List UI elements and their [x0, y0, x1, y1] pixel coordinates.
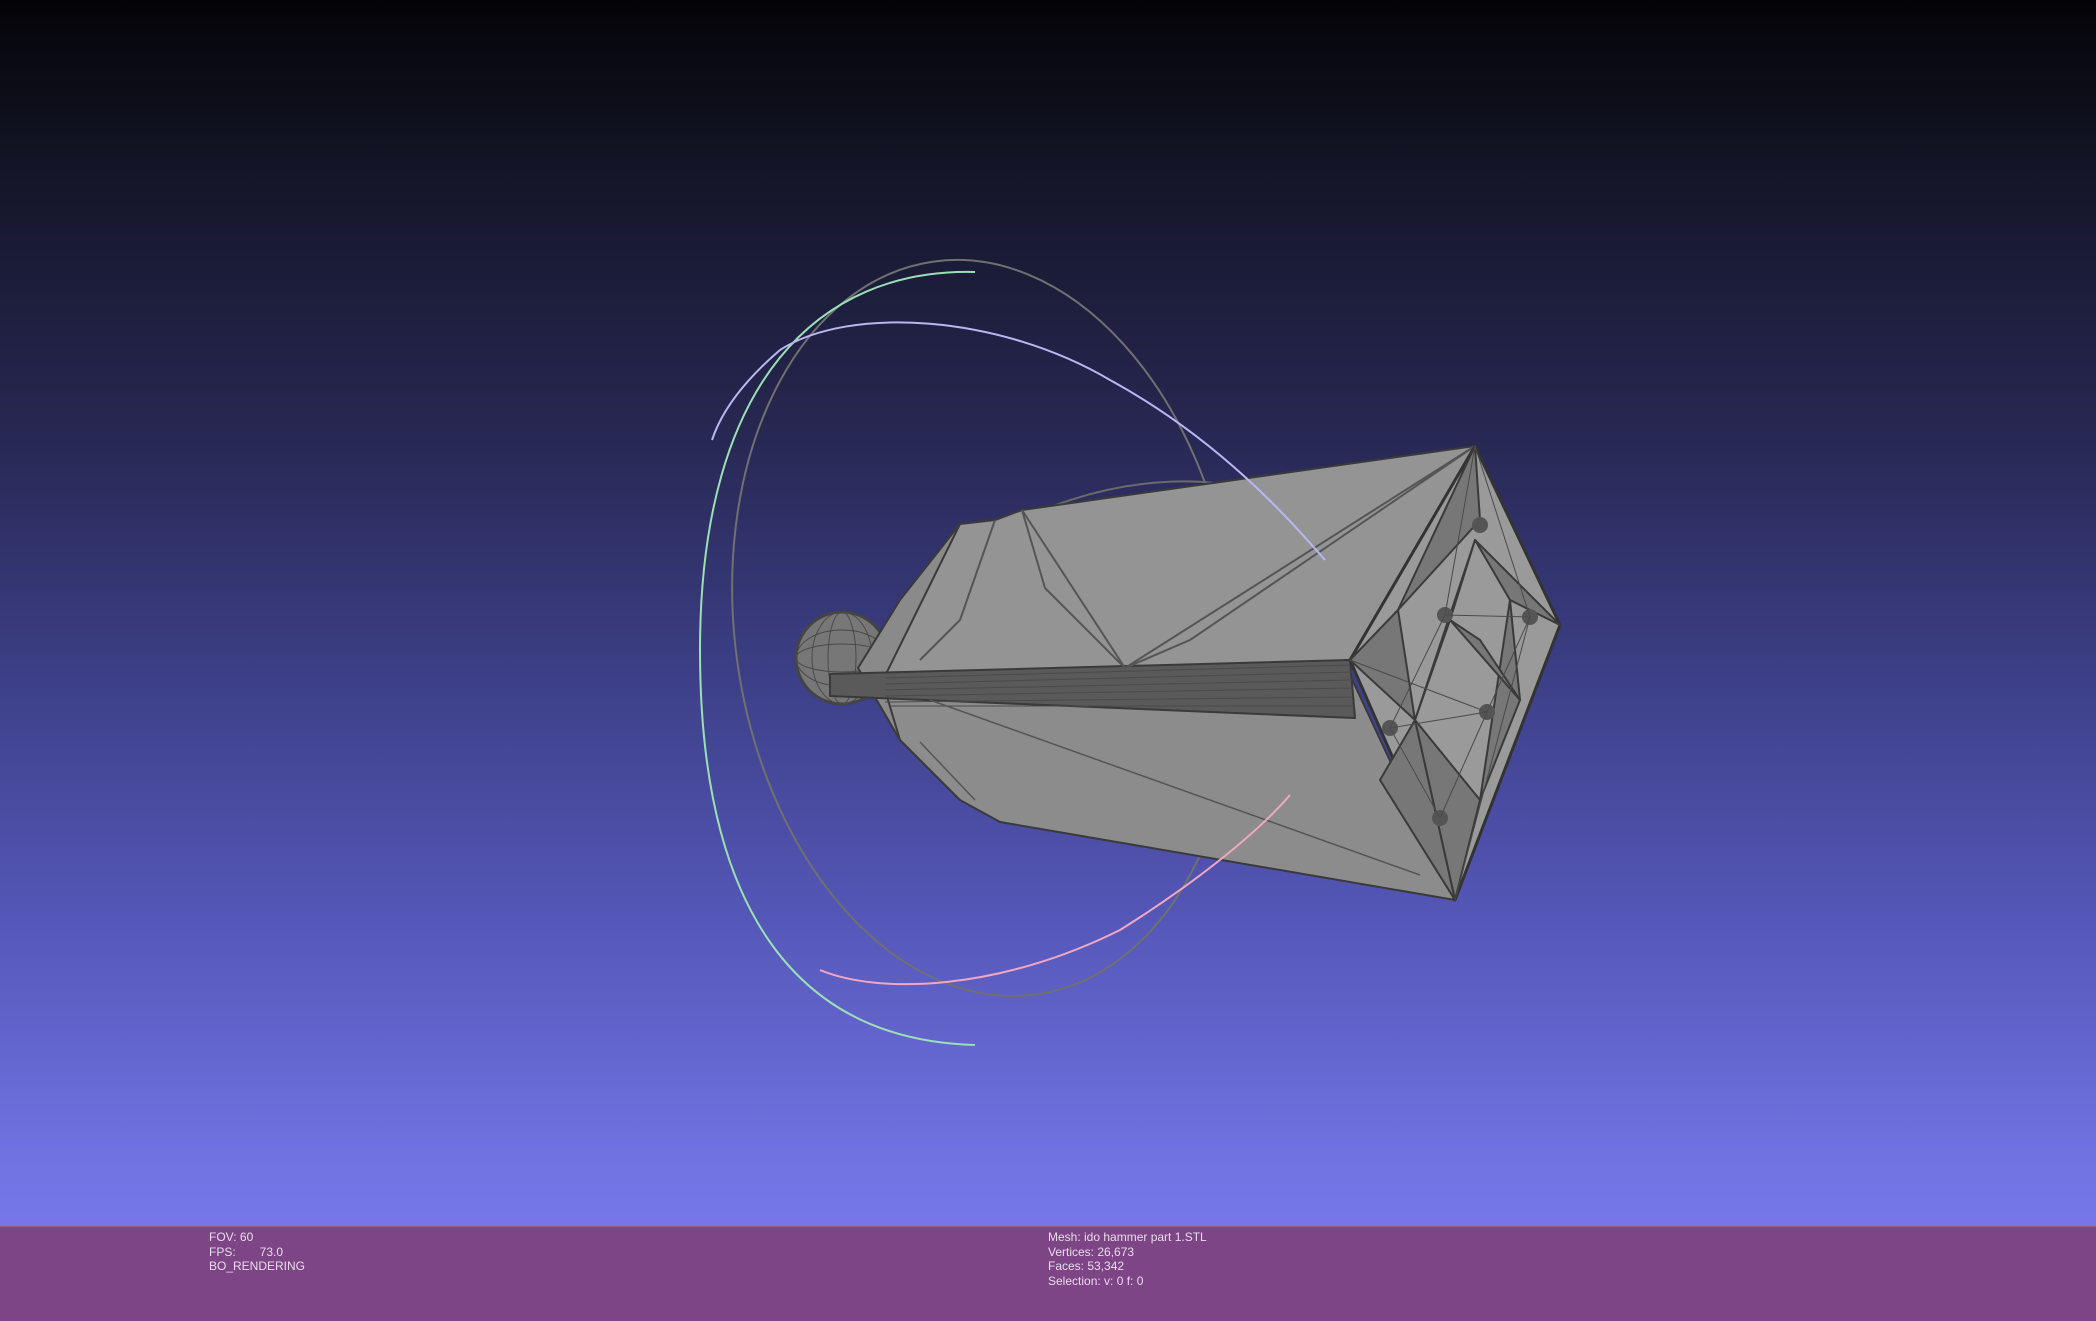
selection-count: Selection: v: 0 f: 0: [1048, 1273, 1144, 1288]
3d-viewport[interactable]: [0, 0, 2096, 1226]
hammer-mesh: [794, 444, 1562, 902]
info-bar: FOV: 60 FPS: 73.0 BO_RENDERING Mesh: ido …: [0, 1226, 2096, 1321]
trackball-ring-purple-2: [711, 349, 781, 441]
face-count: Faces: 53,342: [1048, 1259, 1125, 1273]
fps-label: FPS:: [209, 1244, 236, 1259]
scene-canvas[interactable]: [0, 0, 2096, 1226]
mesh-name: Mesh: ido hammer part 1.STL: [1048, 1230, 1207, 1244]
fov-line: FOV: 60: [209, 1230, 305, 1245]
render-mode: BO_RENDERING: [209, 1259, 306, 1273]
mesh-info: Mesh: ido hammer part 1.STL Vertices: 26…: [1048, 1230, 1207, 1288]
fov-label: FOV:: [209, 1230, 237, 1244]
fps-line: FPS: 73.0: [209, 1245, 305, 1260]
render-info: FOV: 60 FPS: 73.0 BO_RENDERING: [209, 1230, 305, 1274]
fps-value: 73.0: [259, 1244, 284, 1259]
fov-value: 60: [239, 1230, 254, 1244]
vertex-count: Vertices: 26,673: [1048, 1244, 1135, 1259]
